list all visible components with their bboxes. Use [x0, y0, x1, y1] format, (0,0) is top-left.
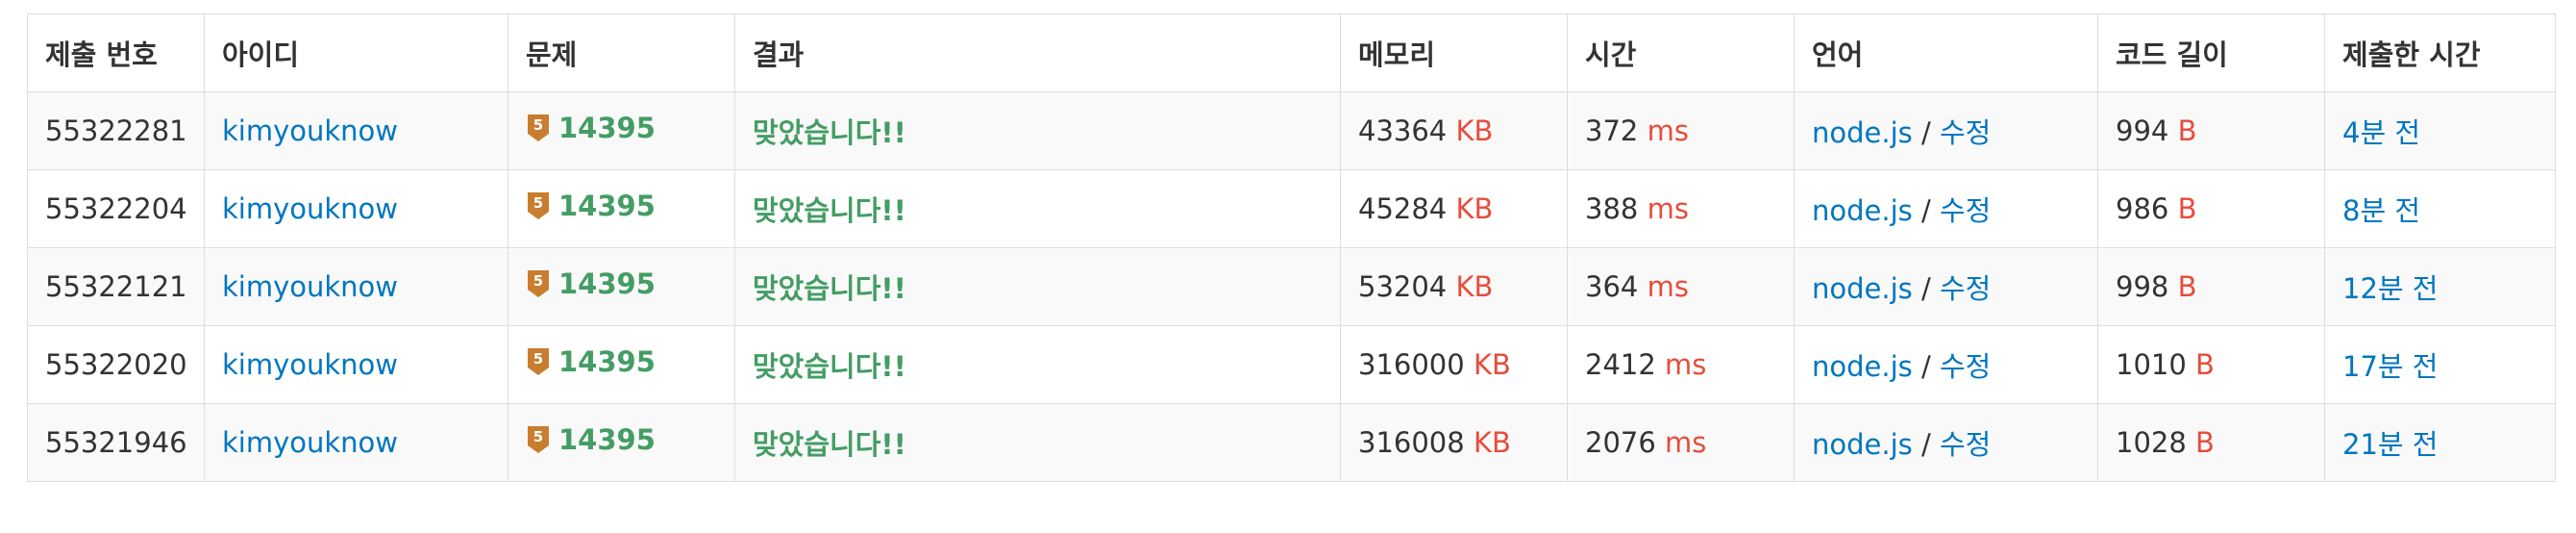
header-submission-id: 제출 번호	[27, 13, 205, 92]
language-link[interactable]: node.js	[1812, 428, 1913, 461]
memory-unit: KB	[1455, 270, 1494, 303]
header-user-id: 아이디	[204, 13, 508, 92]
edit-link[interactable]: 수정	[1940, 194, 1991, 227]
table-row: 55322121 kimyouknow 5 14395 맞았습니다!! 5320…	[27, 247, 2556, 326]
problem-id: 14395	[558, 423, 656, 456]
bronze-tier-icon: 5	[528, 114, 549, 141]
submission-id: 55322121	[27, 247, 205, 326]
header-submitted-time: 제출한 시간	[2324, 13, 2556, 92]
table-row: 55322281 kimyouknow 5 14395 맞았습니다!! 4336…	[27, 91, 2556, 170]
result-status: 맞았습니다!!	[753, 116, 906, 149]
problem-link[interactable]: 5 14395	[526, 345, 656, 378]
memory-unit: KB	[1455, 192, 1494, 225]
submitted-time-link[interactable]: 8분 전	[2342, 194, 2420, 227]
problem-id: 14395	[558, 267, 656, 300]
memory-value: 43364	[1358, 114, 1448, 147]
submitted-time-link[interactable]: 12분 전	[2342, 272, 2438, 305]
bronze-tier-icon: 5	[528, 426, 549, 453]
header-language: 언어	[1794, 13, 2098, 92]
code-length-unit: B	[2195, 426, 2215, 459]
code-length-unit: B	[2195, 348, 2215, 381]
problem-link[interactable]: 5 14395	[526, 190, 656, 222]
submission-id: 55322020	[27, 325, 205, 404]
edit-link[interactable]: 수정	[1940, 350, 1991, 383]
language-link[interactable]: node.js	[1812, 194, 1913, 227]
tier-level: 5	[533, 272, 543, 290]
table-header-row: 제출 번호 아이디 문제 결과 메모리 시간 언어 코드 길이 제출한 시간	[27, 13, 2556, 92]
bronze-tier-icon: 5	[528, 270, 549, 297]
submission-id: 55321946	[27, 403, 205, 482]
time-value: 2412	[1585, 348, 1656, 381]
user-link[interactable]: kimyouknow	[222, 426, 398, 459]
header-memory: 메모리	[1340, 13, 1568, 92]
user-link[interactable]: kimyouknow	[222, 270, 398, 303]
memory-value: 45284	[1358, 192, 1448, 225]
tier-level: 5	[533, 428, 543, 445]
memory-value: 316008	[1358, 426, 1465, 459]
tier-level: 5	[533, 116, 543, 134]
result-status: 맞았습니다!!	[753, 350, 906, 383]
bronze-tier-icon: 5	[528, 348, 549, 375]
edit-link[interactable]: 수정	[1940, 116, 1991, 149]
submitted-time-link[interactable]: 21분 전	[2342, 428, 2438, 461]
time-unit: ms	[1665, 348, 1707, 381]
code-length-value: 1028	[2116, 426, 2187, 459]
submission-id: 55322204	[27, 169, 205, 248]
bronze-tier-icon: 5	[528, 192, 549, 219]
code-length-unit: B	[2177, 270, 2197, 303]
time-unit: ms	[1647, 114, 1689, 147]
time-value: 372	[1585, 114, 1639, 147]
problem-id: 14395	[558, 345, 656, 378]
table-row: 55322020 kimyouknow 5 14395 맞았습니다!! 3160…	[27, 325, 2556, 404]
header-problem: 문제	[508, 13, 735, 92]
code-length-value: 1010	[2116, 348, 2187, 381]
memory-value: 53204	[1358, 270, 1448, 303]
time-value: 388	[1585, 192, 1639, 225]
code-length-unit: B	[2177, 192, 2197, 225]
header-time: 시간	[1567, 13, 1795, 92]
code-length-value: 998	[2116, 270, 2169, 303]
problem-id: 14395	[558, 190, 656, 222]
tier-level: 5	[533, 194, 543, 212]
time-value: 364	[1585, 270, 1639, 303]
result-status: 맞았습니다!!	[753, 194, 906, 227]
memory-unit: KB	[1473, 348, 1511, 381]
memory-unit: KB	[1455, 114, 1494, 147]
user-link[interactable]: kimyouknow	[222, 348, 398, 381]
user-link[interactable]: kimyouknow	[222, 192, 398, 225]
table-body: 55322281 kimyouknow 5 14395 맞았습니다!! 4336…	[27, 91, 2556, 482]
problem-link[interactable]: 5 14395	[526, 267, 656, 300]
result-status: 맞았습니다!!	[753, 428, 906, 461]
time-unit: ms	[1665, 426, 1707, 459]
result-status: 맞았습니다!!	[753, 272, 906, 305]
language-link[interactable]: node.js	[1812, 272, 1913, 305]
code-length-value: 986	[2116, 192, 2169, 225]
time-value: 2076	[1585, 426, 1656, 459]
code-length-unit: B	[2177, 114, 2197, 147]
problem-link[interactable]: 5 14395	[526, 112, 656, 144]
status-table-wrapper: 제출 번호 아이디 문제 결과 메모리 시간 언어 코드 길이 제출한 시간 5…	[27, 13, 2556, 482]
header-result: 결과	[734, 13, 1341, 92]
submitted-time-link[interactable]: 17분 전	[2342, 350, 2438, 383]
language-link[interactable]: node.js	[1812, 350, 1913, 383]
user-link[interactable]: kimyouknow	[222, 114, 398, 147]
submission-id: 55322281	[27, 91, 205, 170]
memory-value: 316000	[1358, 348, 1465, 381]
status-table: 제출 번호 아이디 문제 결과 메모리 시간 언어 코드 길이 제출한 시간 5…	[27, 13, 2556, 482]
memory-unit: KB	[1473, 426, 1511, 459]
edit-link[interactable]: 수정	[1940, 272, 1991, 305]
language-link[interactable]: node.js	[1812, 116, 1913, 149]
submitted-time-link[interactable]: 4분 전	[2342, 116, 2420, 149]
table-row: 55322204 kimyouknow 5 14395 맞았습니다!! 4528…	[27, 169, 2556, 248]
time-unit: ms	[1647, 192, 1689, 225]
tier-level: 5	[533, 350, 543, 368]
problem-id: 14395	[558, 112, 656, 144]
time-unit: ms	[1647, 270, 1689, 303]
code-length-value: 994	[2116, 114, 2169, 147]
header-code-length: 코드 길이	[2097, 13, 2325, 92]
table-row: 55321946 kimyouknow 5 14395 맞았습니다!! 3160…	[27, 403, 2556, 482]
problem-link[interactable]: 5 14395	[526, 423, 656, 456]
edit-link[interactable]: 수정	[1940, 428, 1991, 461]
